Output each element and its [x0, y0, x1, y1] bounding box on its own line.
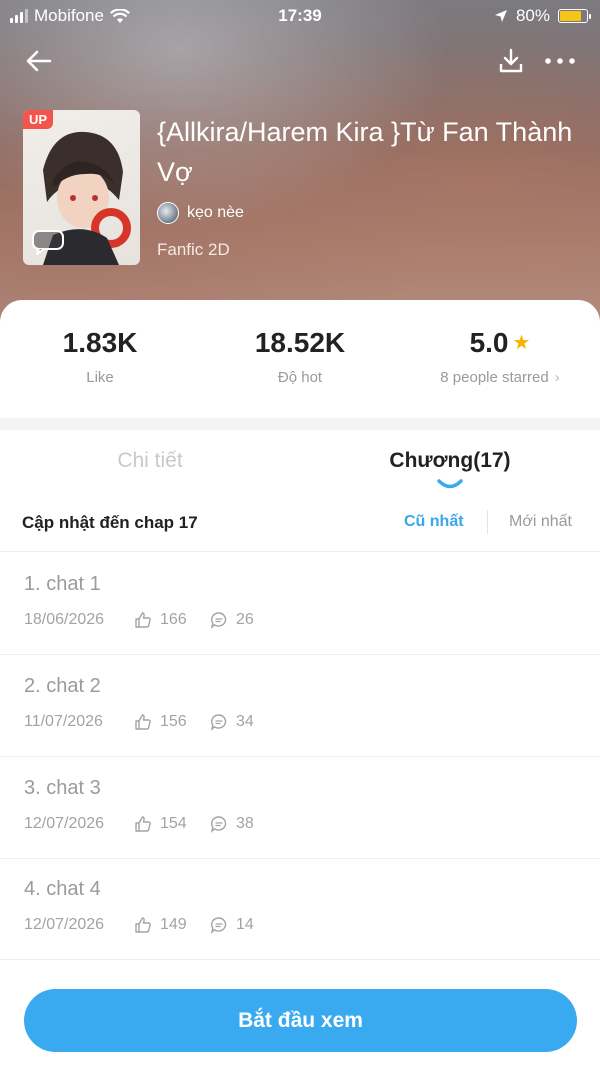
chapter-date: 12/07/2026: [24, 815, 105, 832]
chapter-meta: 18/06/2026 166 26: [24, 611, 254, 629]
stat-likes: 1.83K Like: [40, 326, 160, 386]
chapter-title: 4. chat 4: [24, 878, 101, 900]
chevron-right-icon: ›: [554, 369, 560, 386]
chapter-item[interactable]: 1. chat 1 18/06/2026 166 26: [0, 553, 600, 655]
chapter-date: 11/07/2026: [24, 713, 103, 730]
sort-newest-button[interactable]: Mới nhất: [509, 513, 572, 531]
chapter-meta: 12/07/2026 154 38: [24, 815, 254, 833]
comment-icon: [210, 714, 227, 731]
stats-card: 1.83K Like 18.52K Độ hot 5.0 ★ 8 people s…: [0, 300, 600, 418]
section-divider: [0, 418, 600, 430]
chapter-date: 12/07/2026: [24, 916, 105, 933]
rating-label: 8 people starred: [440, 369, 549, 386]
rating-value: 5.0: [469, 327, 509, 358]
tab-details[interactable]: Chi tiết: [60, 449, 240, 473]
author-name: kẹo nèe: [187, 204, 244, 221]
thumbs-up-icon: [135, 917, 151, 933]
chapter-comments: 26: [236, 611, 254, 628]
battery-icon: [558, 9, 591, 23]
thumbs-up-icon: [135, 816, 151, 832]
chapter-meta: 11/07/2026 156 34: [24, 713, 254, 731]
book-cover[interactable]: UP: [23, 110, 140, 265]
chapter-title: 1. chat 1: [24, 573, 101, 595]
chapter-date: 18/06/2026: [24, 611, 105, 628]
author-avatar: [157, 202, 179, 224]
location-icon: [494, 10, 507, 22]
book-title: {Allkira/Harem Kira }Từ Fan Thành Vợ: [157, 117, 573, 187]
status-bar: Mobifone 17:39 80%: [0, 0, 600, 32]
thumbs-up-icon: [135, 714, 151, 730]
chapter-likes: 166: [160, 611, 187, 628]
chapter-item[interactable]: 4. chat 4 12/07/2026 149 14: [0, 858, 600, 960]
chapter-comments: 38: [236, 815, 254, 832]
chapter-item[interactable]: 2. chat 2 11/07/2026 156 34: [0, 655, 600, 757]
chapter-likes: 156: [160, 713, 187, 730]
chapter-likes: 154: [160, 815, 187, 832]
comment-icon: [210, 816, 227, 833]
more-options-button[interactable]: [542, 50, 578, 72]
author-link[interactable]: kẹo nèe: [157, 202, 244, 224]
star-icon: ★: [512, 332, 531, 354]
chapter-item[interactable]: 3. chat 3 12/07/2026 154 38: [0, 757, 600, 859]
status-bar-right: 80%: [494, 6, 591, 26]
likes-label: Like: [86, 369, 114, 386]
sort-oldest-button[interactable]: Cũ nhất: [404, 513, 464, 531]
battery-percent: 80%: [515, 6, 550, 25]
hot-label: Độ hot: [277, 369, 323, 386]
comment-icon: [210, 917, 227, 934]
back-button[interactable]: [22, 44, 56, 78]
update-badge: UP: [23, 110, 54, 129]
chapter-comments: 14: [236, 916, 254, 933]
chapter-sort-bar: Cập nhật đến chap 17 Cũ nhất Mới nhất: [0, 500, 600, 552]
chapter-likes: 149: [160, 916, 187, 933]
download-button[interactable]: [496, 46, 526, 76]
chapter-comments: 34: [236, 713, 254, 730]
tab-chapters[interactable]: Chương(17): [350, 449, 550, 473]
active-tab-indicator: [437, 479, 463, 489]
battery-fill: [560, 11, 581, 21]
chapter-meta: 12/07/2026 149 14: [24, 916, 254, 934]
chat-story-icon: [32, 230, 64, 255]
chapter-title: 2. chat 2: [24, 675, 101, 697]
chapter-title: 3. chat 3: [24, 777, 101, 799]
book-genre: Fanfic 2D: [157, 240, 230, 259]
update-status: Cập nhật đến chap 17: [22, 513, 198, 532]
stat-hot: 18.52K Độ hot: [240, 326, 360, 386]
stat-rating[interactable]: 5.0 ★ 8 people starred ›: [420, 326, 580, 386]
thumbs-up-icon: [135, 612, 151, 628]
comment-icon: [210, 612, 227, 629]
likes-count: 1.83K: [62, 327, 138, 358]
sort-divider: [487, 510, 488, 534]
hot-count: 18.52K: [254, 327, 346, 358]
start-reading-button[interactable]: Bắt đầu xem: [24, 989, 577, 1052]
